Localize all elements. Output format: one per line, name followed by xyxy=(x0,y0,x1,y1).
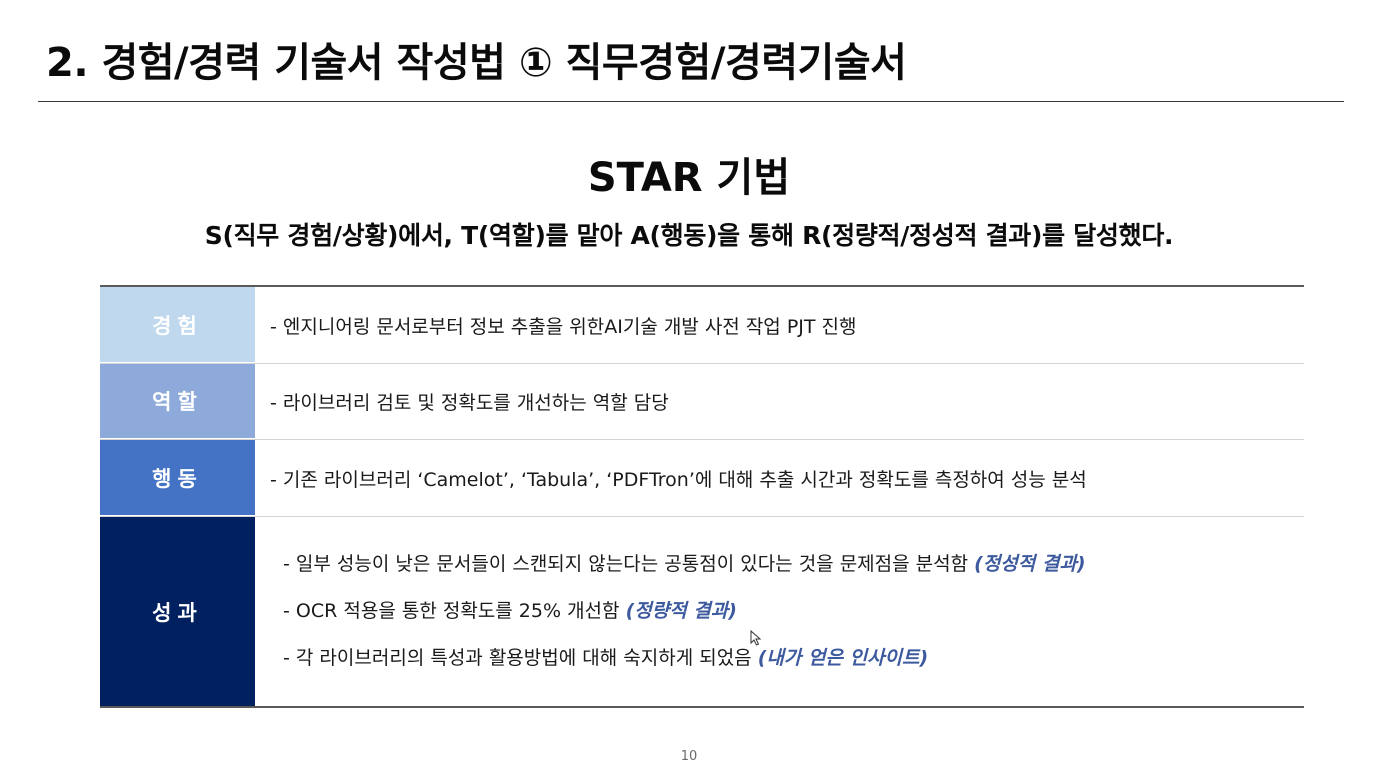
star-label-result: 성과 xyxy=(100,517,255,706)
star-table: 경험 - 엔지니어링 문서로부터 정보 추출을 위한AI기술 개발 사전 작업 … xyxy=(100,285,1304,708)
result-tag: (정성적 결과) xyxy=(974,553,1086,575)
star-definition: S(직무 경험/상황)에서, T(역할)를 맡아 A(행동)을 통해 R(정량적… xyxy=(204,221,1174,250)
star-label-action: 행동 xyxy=(100,440,255,516)
star-row-experience: 경험 - 엔지니어링 문서로부터 정보 추출을 위한AI기술 개발 사전 작업 … xyxy=(100,287,1304,364)
star-content-result: - 일부 성능이 낮은 문서들이 스캔되지 않는다는 공통점이 있다는 것을 문… xyxy=(255,517,1304,706)
star-row-role: 역할 - 라이브러리 검토 및 정확도를 개선하는 역할 담당 xyxy=(100,364,1304,440)
title-divider xyxy=(38,101,1344,102)
star-content-action: - 기존 라이브러리 ‘Camelot’, ‘Tabula’, ‘PDFTron… xyxy=(255,440,1304,516)
result-tag: (정량적 결과) xyxy=(625,600,737,622)
result-tag: (내가 얻은 인사이트) xyxy=(757,647,929,669)
star-content-role: - 라이브러리 검토 및 정확도를 개선하는 역할 담당 xyxy=(255,364,1304,439)
result-line-insight: - 각 라이브러리의 특성과 활용방법에 대해 숙지하게 되었음 (내가 얻은 … xyxy=(283,635,1304,682)
slide-title: 2. 경험/경력 기술서 작성법 ① 직무경험/경력기술서 xyxy=(46,40,907,86)
mouse-pointer-icon xyxy=(750,630,762,646)
action-text: - 기존 라이브러리 ‘Camelot’, ‘Tabula’, ‘PDFTron… xyxy=(270,468,1087,491)
star-content-experience: - 엔지니어링 문서로부터 정보 추출을 위한AI기술 개발 사전 작업 PJT… xyxy=(255,287,1304,363)
star-row-result: 성과 - 일부 성능이 낮은 문서들이 스캔되지 않는다는 공통점이 있다는 것… xyxy=(100,517,1304,706)
role-text: - 라이브러리 검토 및 정확도를 개선하는 역할 담당 xyxy=(270,392,669,414)
result-line-qualitative: - 일부 성능이 낮은 문서들이 스캔되지 않는다는 공통점이 있다는 것을 문… xyxy=(283,541,1304,588)
star-row-action: 행동 - 기존 라이브러리 ‘Camelot’, ‘Tabula’, ‘PDFT… xyxy=(100,440,1304,517)
section-heading: STAR 기법 xyxy=(587,155,791,201)
result-text: - 일부 성능이 낮은 문서들이 스캔되지 않는다는 공통점이 있다는 것을 문… xyxy=(283,553,969,575)
experience-text: - 엔지니어링 문서로부터 정보 추출을 위한AI기술 개발 사전 작업 PJT… xyxy=(270,315,857,338)
result-text: - OCR 적용을 통한 정확도를 25% 개선함 xyxy=(283,600,620,622)
page-number: 10 xyxy=(680,749,698,764)
star-label-role: 역할 xyxy=(100,364,255,439)
result-line-quantitative: - OCR 적용을 통한 정확도를 25% 개선함 (정량적 결과) xyxy=(283,588,1304,635)
star-label-experience: 경험 xyxy=(100,287,255,363)
result-text: - 각 라이브러리의 특성과 활용방법에 대해 숙지하게 되었음 xyxy=(283,647,752,669)
